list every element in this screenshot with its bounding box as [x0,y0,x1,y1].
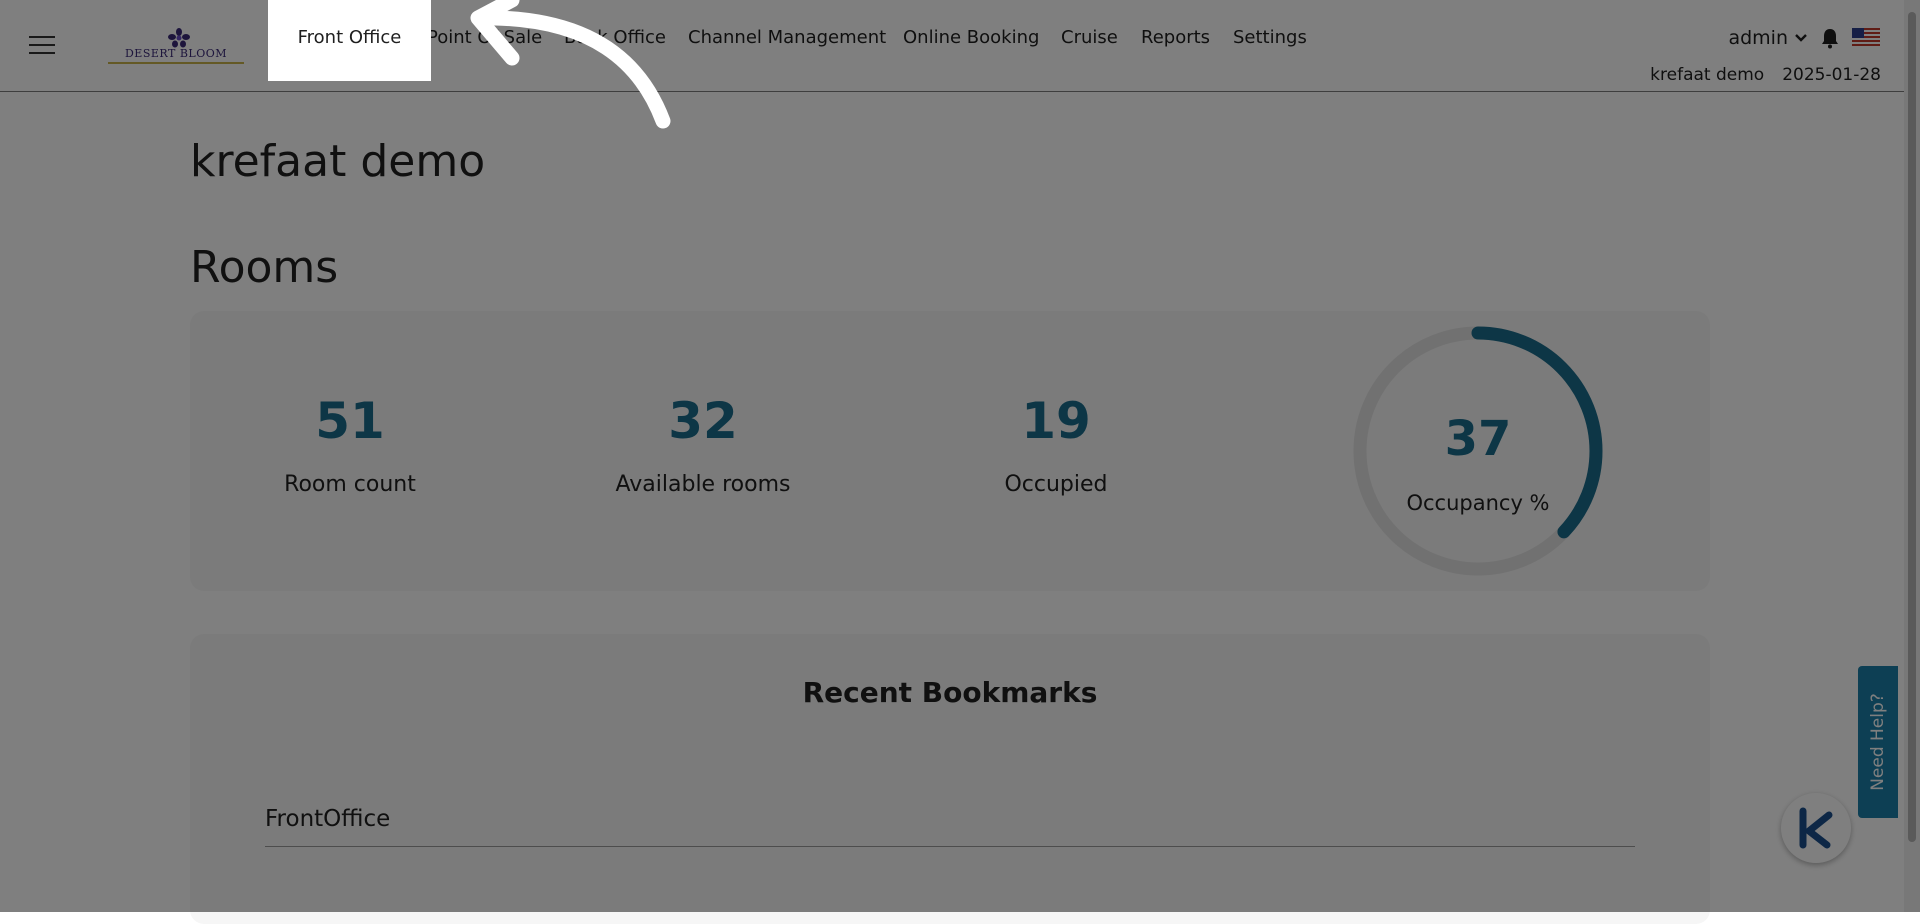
stat-label: Available rooms [615,472,791,497]
k-logo-icon [1799,807,1833,849]
flower-logo-icon [168,28,190,48]
page-scrollbar[interactable] [1904,0,1920,912]
recent-bookmarks-card: Recent Bookmarks FrontOffice [190,634,1710,924]
stat-available-rooms: 32 Available rooms [573,396,833,497]
desert-bloom-logo[interactable]: DESERT BLOOM [106,28,246,64]
nav-channel-management[interactable]: Channel Management [688,27,886,48]
nav-online-booking[interactable]: Online Booking [903,27,1039,48]
occupancy-label: Occupancy % [1406,491,1550,515]
nav-back-office[interactable]: Back Office [564,27,666,48]
property-name: krefaat demo [1650,65,1765,85]
stat-value: 32 [668,392,738,450]
page-title: krefaat demo [190,136,486,187]
stat-value: 51 [315,392,385,450]
user-menu[interactable]: admin [1728,27,1808,49]
rooms-card: 51 Room count 32 Available rooms 19 Occu… [190,311,1710,591]
business-date: 2025-01-28 [1782,65,1881,85]
logo-underline [108,62,244,64]
stat-value: 19 [1021,392,1091,450]
need-help-label: Need Help? [1868,693,1888,791]
chevron-down-icon [1795,34,1807,42]
occupancy-gauge: 37 Occupancy % [1350,323,1606,579]
stat-room-count: 51 Room count [220,396,480,497]
rooms-section-title: Rooms [190,242,339,293]
need-help-tab[interactable]: Need Help? [1858,666,1898,818]
property-date-line: krefaat demo 2025-01-28 [1650,65,1881,85]
highlighted-nav-front-office[interactable]: Front Office [268,0,431,81]
nav-cruise[interactable]: Cruise [1061,27,1118,48]
occupancy-value: 37 [1444,411,1512,467]
nav-reports[interactable]: Reports [1141,27,1210,48]
nav-settings[interactable]: Settings [1233,27,1307,48]
bookmarks-title: Recent Bookmarks [802,676,1098,709]
logo-text: DESERT BLOOM [124,47,228,60]
us-flag-icon[interactable] [1852,28,1880,48]
menu-icon[interactable] [29,36,55,56]
scrollbar-thumb[interactable] [1908,12,1916,842]
user-area: admin [1728,27,1880,49]
bell-icon[interactable] [1820,27,1840,49]
chat-widget-button[interactable] [1781,793,1851,863]
stat-label: Occupied [1004,472,1108,497]
bookmark-item-frontoffice[interactable]: FrontOffice [265,806,1635,847]
stat-occupied: 19 Occupied [926,396,1186,497]
highlighted-label: Front Office [297,27,402,48]
stat-label: Room count [284,472,416,497]
nav-point-of-sale[interactable]: Point Of Sale [427,27,542,48]
user-name: admin [1728,27,1788,49]
